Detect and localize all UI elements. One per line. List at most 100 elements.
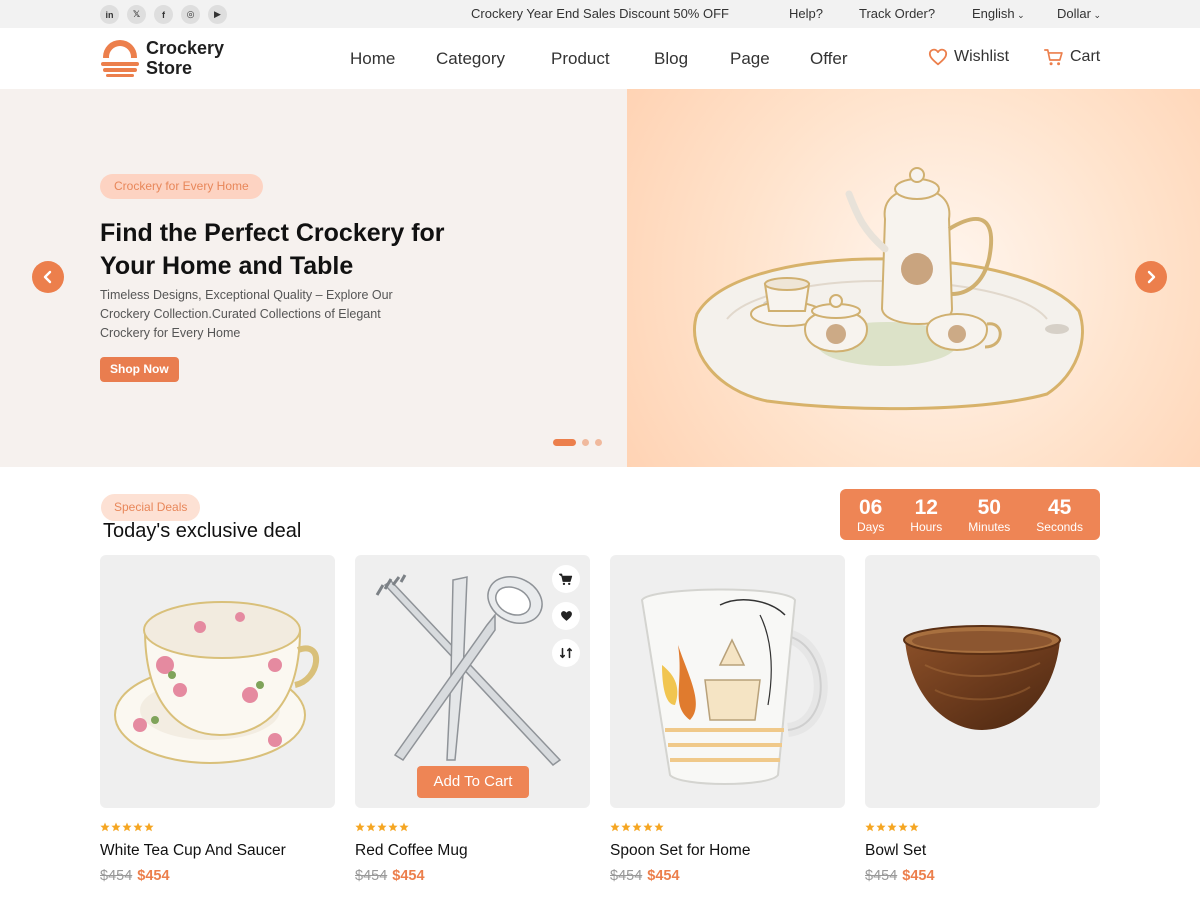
- star-icon: [377, 822, 387, 832]
- countdown-days-label: Days: [856, 519, 885, 534]
- star-icon: [876, 822, 886, 832]
- product-image[interactable]: [100, 555, 335, 808]
- rating-stars: [100, 822, 335, 832]
- star-icon: [399, 822, 409, 832]
- star-icon: [887, 822, 897, 832]
- nav-page[interactable]: Page: [730, 28, 770, 89]
- countdown-seconds: 45 Seconds: [1036, 496, 1083, 534]
- product-card[interactable]: White Tea Cup And Saucer $454 $454: [100, 555, 335, 884]
- track-order-link[interactable]: Track Order?: [859, 0, 935, 28]
- product-quick-actions: [552, 565, 580, 667]
- slide-dot-3[interactable]: [595, 439, 602, 446]
- countdown-minutes-label: Minutes: [968, 519, 1011, 534]
- product-name[interactable]: Red Coffee Mug: [355, 842, 590, 860]
- sale-price: $454: [647, 868, 680, 884]
- shop-now-button[interactable]: Shop Now: [100, 357, 179, 382]
- nav-home[interactable]: Home: [350, 28, 395, 89]
- countdown-hours-value: 12: [914, 495, 938, 519]
- wishlist-label: Wishlist: [954, 48, 1010, 65]
- star-icon: [144, 822, 154, 832]
- product-price: $454 $454: [610, 868, 845, 884]
- youtube-icon[interactable]: ▶: [208, 5, 227, 24]
- x-icon[interactable]: 𝕏: [127, 5, 146, 24]
- linkedin-icon[interactable]: in: [100, 5, 119, 24]
- top-bar: in 𝕏 f ◎ ▶ Crockery Year End Sales Disco…: [0, 0, 1200, 28]
- countdown-hours: 12 Hours: [910, 496, 942, 534]
- add-to-cart-button[interactable]: Add To Cart: [417, 766, 529, 798]
- quick-compare-button[interactable]: [552, 639, 580, 667]
- quick-wishlist-button[interactable]: [552, 602, 580, 630]
- old-price: $454: [610, 868, 643, 884]
- rating-stars: [865, 822, 1100, 832]
- mug-image: [640, 588, 828, 785]
- slider-pagination: [553, 439, 602, 446]
- product-name[interactable]: Spoon Set for Home: [610, 842, 845, 860]
- product-image[interactable]: [610, 555, 845, 808]
- logo-line-2: Store: [146, 58, 193, 78]
- rating-stars: [610, 822, 845, 832]
- hero-image-panel: [627, 89, 1200, 467]
- logo-line-1: Crockery: [146, 38, 225, 58]
- nav-category[interactable]: Category: [436, 28, 505, 89]
- old-price: $454: [100, 868, 133, 884]
- quick-add-cart-button[interactable]: [552, 565, 580, 593]
- slide-dot-1[interactable]: [553, 439, 576, 446]
- countdown-minutes-value: 50: [977, 495, 1001, 519]
- cart-label: Cart: [1070, 48, 1101, 65]
- deals-badge: Special Deals: [101, 494, 201, 521]
- countdown-days-value: 06: [858, 495, 883, 519]
- slide-dot-2[interactable]: [582, 439, 589, 446]
- chevron-down-icon: ⌄: [1090, 10, 1102, 20]
- cart-icon: [559, 573, 573, 585]
- deals-title: Today's exclusive deal: [103, 520, 302, 542]
- star-icon: [632, 822, 642, 832]
- star-icon: [865, 822, 875, 832]
- nav-product[interactable]: Product: [551, 28, 610, 89]
- product-price: $454 $454: [865, 868, 1100, 884]
- hero-prev-button[interactable]: [32, 261, 64, 293]
- hero-next-button[interactable]: [1135, 261, 1167, 293]
- currency-select[interactable]: Dollar ⌄: [1057, 0, 1101, 29]
- product-card[interactable]: Bowl Set $454 $454: [865, 555, 1100, 884]
- cart-link[interactable]: Cart: [1044, 28, 1100, 86]
- star-icon: [643, 822, 653, 832]
- wishlist-link[interactable]: Wishlist: [928, 28, 1009, 86]
- product-card[interactable]: Add To Cart Red Coffee Mug $454 $454: [355, 555, 590, 884]
- hero-badge: Crockery for Every Home: [100, 174, 263, 199]
- heart-icon: [560, 611, 572, 621]
- product-name[interactable]: Bowl Set: [865, 842, 1100, 860]
- star-icon: [100, 822, 110, 832]
- sale-price: $454: [902, 868, 935, 884]
- product-card[interactable]: Spoon Set for Home $454 $454: [610, 555, 845, 884]
- social-links: in 𝕏 f ◎ ▶: [100, 5, 227, 24]
- language-select[interactable]: English ⌄: [972, 0, 1025, 29]
- star-icon: [122, 822, 132, 832]
- site-header: Crockery Store Home Category Product Blo…: [0, 28, 1200, 89]
- teacup-image: [114, 601, 319, 764]
- help-link[interactable]: Help?: [789, 0, 823, 28]
- logo-icon: [100, 38, 140, 78]
- cart-icon: [1044, 48, 1063, 65]
- sale-price: $454: [392, 868, 425, 884]
- rating-stars: [355, 822, 590, 832]
- product-price: $454 $454: [100, 868, 335, 884]
- hero-description: Timeless Designs, Exceptional Quality – …: [100, 288, 393, 340]
- star-icon: [898, 822, 908, 832]
- logo[interactable]: Crockery Store: [100, 38, 224, 78]
- sale-price: $454: [137, 868, 170, 884]
- tea-set-image: [693, 167, 1084, 411]
- compare-icon: [559, 647, 573, 659]
- star-icon: [355, 822, 365, 832]
- facebook-icon[interactable]: f: [154, 5, 173, 24]
- product-name[interactable]: White Tea Cup And Saucer: [100, 842, 335, 860]
- old-price: $454: [865, 868, 898, 884]
- countdown-days: 06 Days: [857, 496, 884, 534]
- instagram-icon[interactable]: ◎: [181, 5, 200, 24]
- hero-title: Find the Perfect Crockery for Your Home …: [100, 219, 445, 280]
- countdown-seconds-value: 45: [1047, 495, 1072, 519]
- nav-offer[interactable]: Offer: [810, 28, 847, 89]
- product-image[interactable]: [865, 555, 1100, 808]
- product-image[interactable]: Add To Cart: [355, 555, 590, 808]
- star-icon: [654, 822, 664, 832]
- nav-blog[interactable]: Blog: [654, 28, 688, 89]
